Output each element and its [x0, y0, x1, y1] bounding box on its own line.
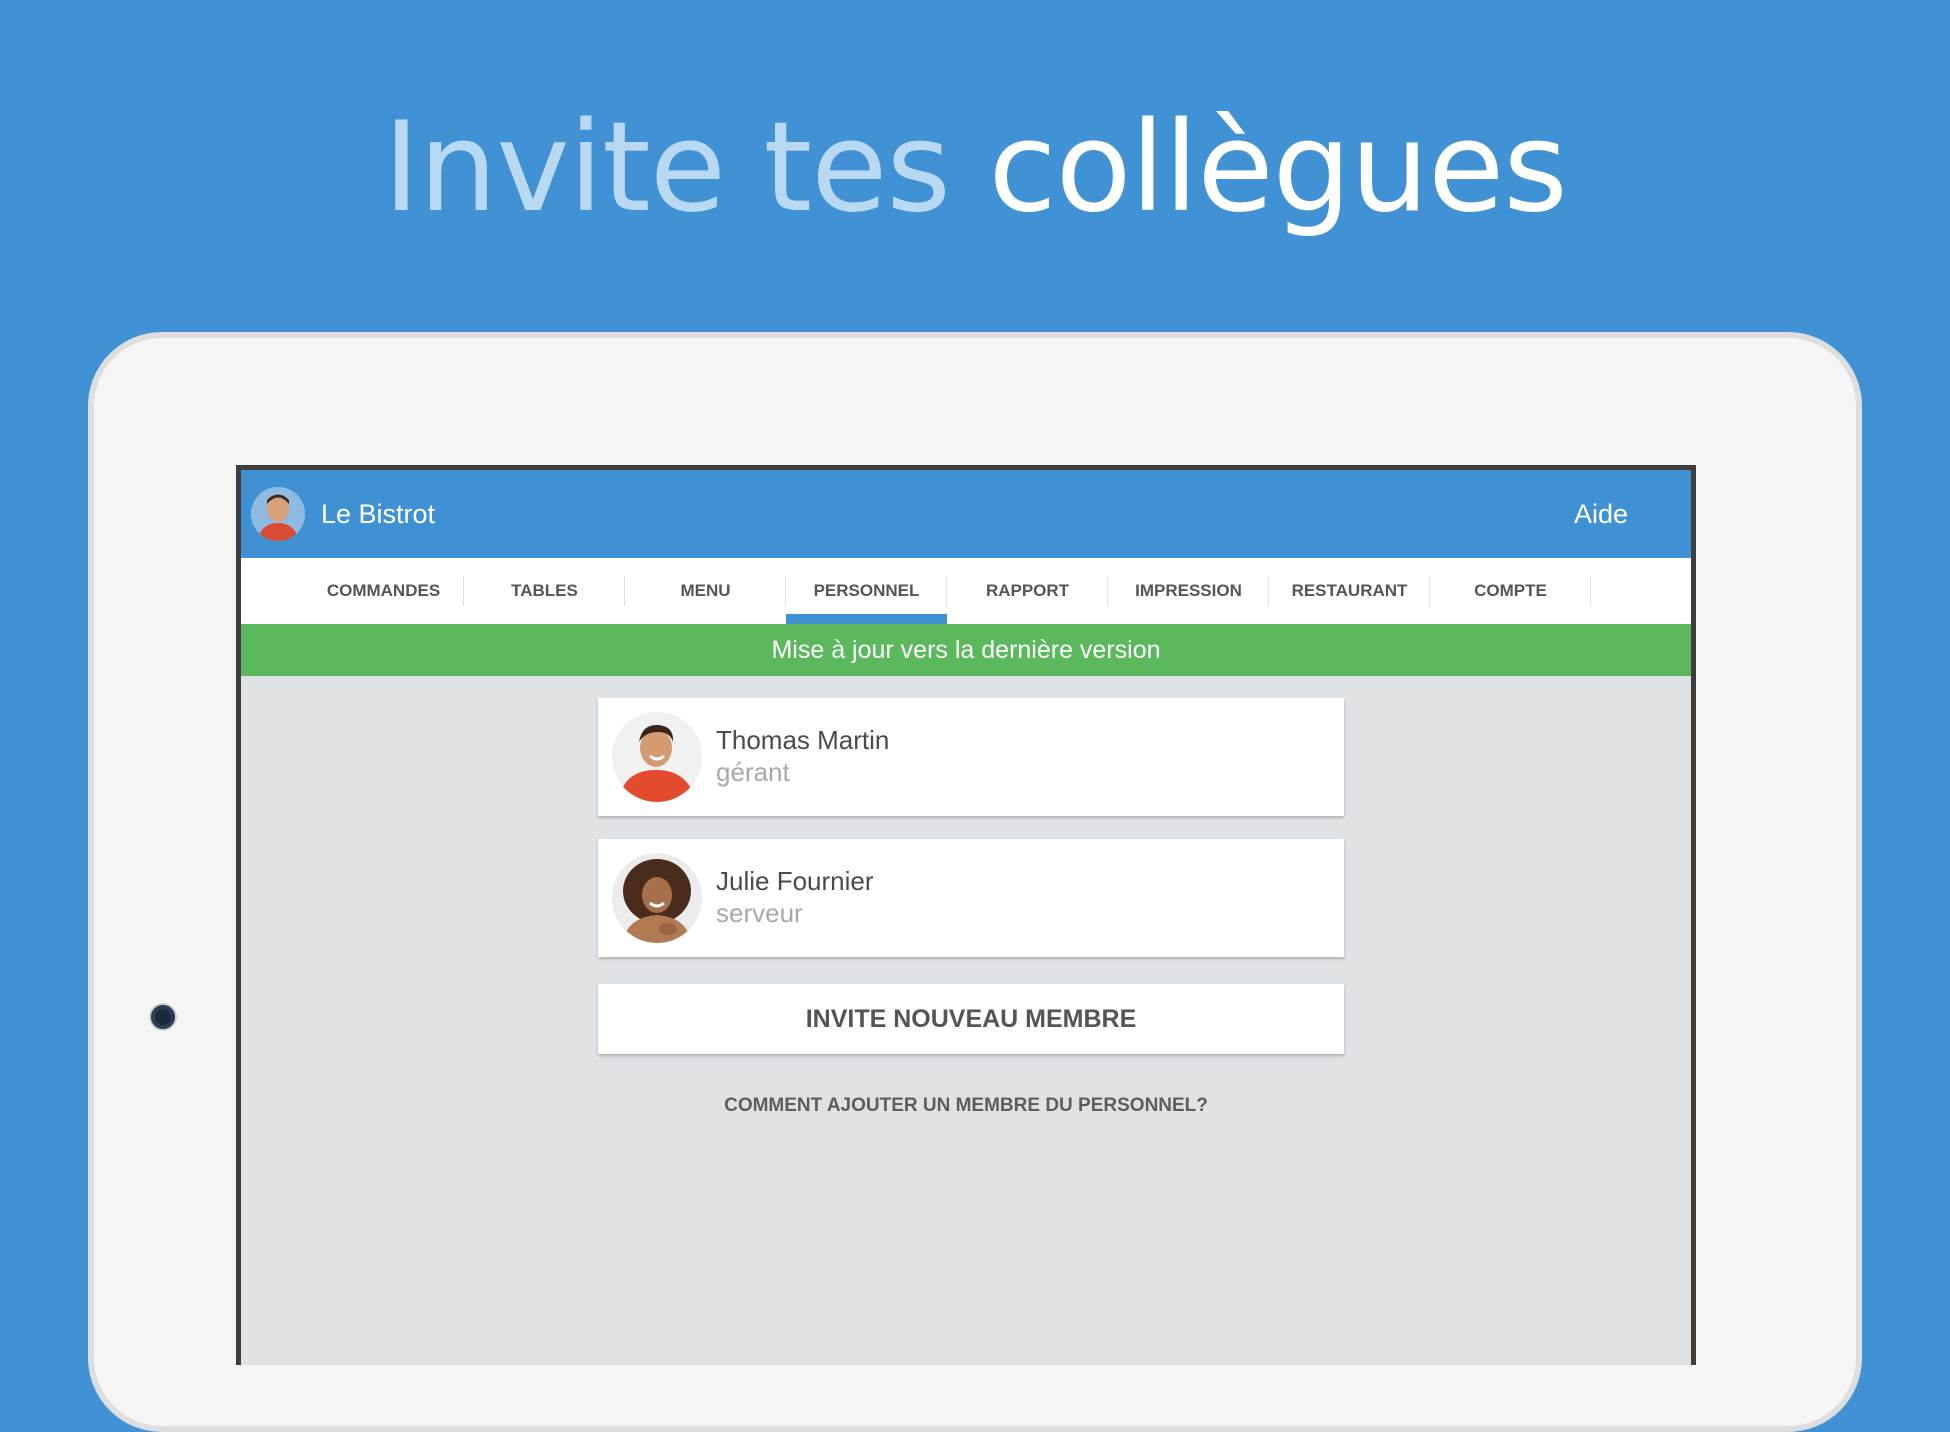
camera-icon [151, 1005, 175, 1029]
tab-bar: COMMANDES TABLES MENU PERSONNEL RAPPORT … [241, 558, 1691, 624]
marketing-headline: Invite tes collègues [0, 98, 1950, 238]
tab-label: TABLES [511, 581, 578, 600]
help-link[interactable]: Aide [1574, 494, 1628, 534]
staff-role: serveur [716, 898, 803, 928]
app-bar: Le Bistrot Aide [241, 470, 1691, 558]
update-banner[interactable]: Mise à jour vers la dernière version [241, 624, 1691, 676]
invite-member-button[interactable]: INVITE NOUVEAU MEMBRE [598, 984, 1344, 1054]
tab-label: COMPTE [1474, 581, 1547, 600]
app-screen: Le Bistrot Aide COMMANDES TABLES MENU PE… [236, 465, 1696, 1365]
tab-label: RAPPORT [985, 581, 1070, 600]
tab-label: MENU [680, 581, 731, 600]
staff-card[interactable]: Julie Fournier serveur [598, 839, 1344, 957]
tab-tables[interactable]: TABLES [464, 558, 625, 624]
tab-label: PERSONNEL [813, 581, 920, 600]
staff-name: Thomas Martin [716, 725, 890, 755]
tab-menu[interactable]: MENU [625, 558, 786, 624]
tab-label: IMPRESSION [1135, 581, 1242, 600]
headline-light-text: Invite tes [383, 96, 951, 240]
active-tab-indicator [786, 614, 947, 624]
staff-photo [612, 853, 702, 943]
tab-label: COMMANDES [326, 581, 441, 600]
staff-photo [612, 712, 702, 802]
howto-link[interactable]: COMMENT AJOUTER UN MEMBRE DU PERSONNEL? [241, 1095, 1691, 1117]
headline-bold-text: collègues [988, 96, 1567, 240]
tab-rapport[interactable]: RAPPORT [947, 558, 1108, 624]
avatar[interactable] [251, 487, 305, 541]
tab-personnel[interactable]: PERSONNEL [786, 558, 947, 624]
tab-impression[interactable]: IMPRESSION [1108, 558, 1269, 624]
staff-card[interactable]: Thomas Martin gérant [598, 698, 1344, 816]
tab-label: RESTAURANT [1291, 581, 1408, 600]
staff-name: Julie Fournier [716, 866, 874, 896]
tab-restaurant[interactable]: RESTAURANT [1269, 558, 1430, 624]
restaurant-name[interactable]: Le Bistrot [321, 494, 435, 534]
tab-commandes[interactable]: COMMANDES [303, 558, 464, 624]
staff-role: gérant [716, 757, 790, 787]
tab-compte[interactable]: COMPTE [1430, 558, 1591, 624]
